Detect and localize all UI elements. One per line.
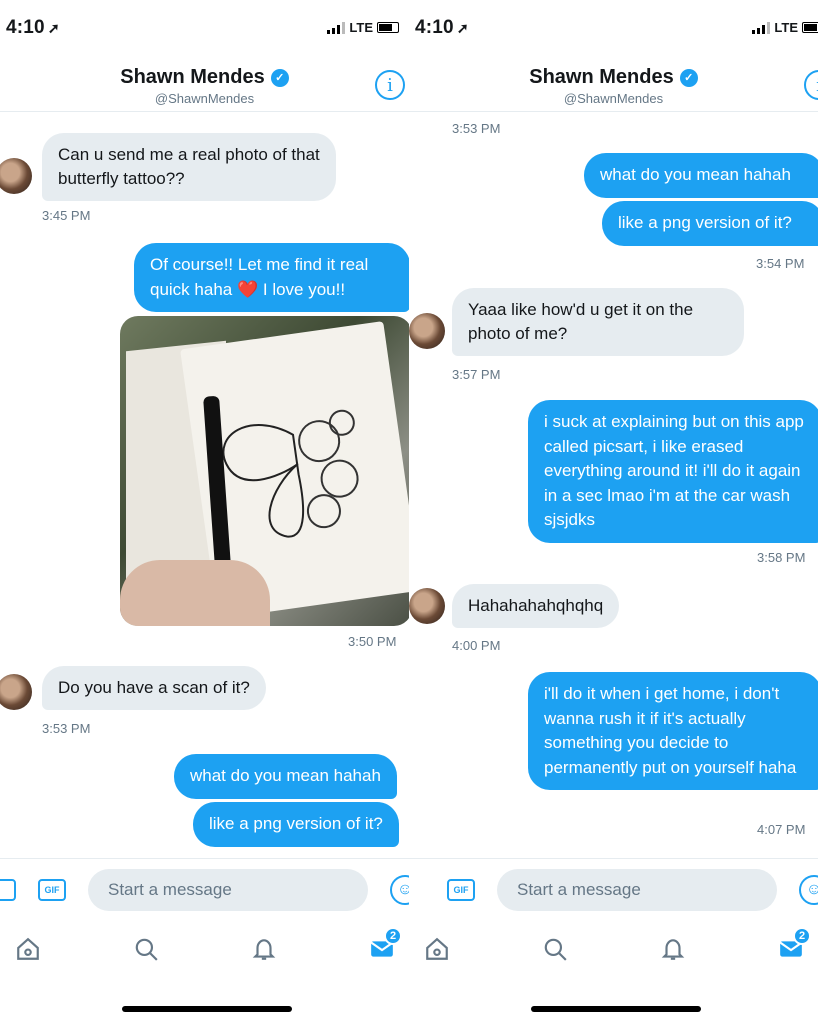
home-indicator — [531, 1006, 701, 1012]
message-incoming: Can u send me a real photo of that butte… — [42, 133, 336, 201]
conversation-header: Shawn Mendes✓ @ShawnMendes i — [409, 58, 818, 112]
message-composer: GIF Start a message ☺ — [0, 858, 409, 920]
message-timestamp: 3:53 PM — [452, 121, 501, 136]
photo-attachment[interactable] — [120, 316, 409, 626]
home-icon[interactable] — [419, 931, 455, 967]
status-indicators: LTE — [752, 20, 818, 35]
info-icon[interactable]: i — [375, 70, 405, 100]
right-screenshot: 4:10➚ LTE Shawn Mendes✓ @ShawnMendes i 3… — [409, 0, 818, 1024]
message-composer: GIF Start a message ☺ — [409, 858, 818, 920]
tab-bar: 2 — [409, 925, 818, 975]
battery-icon — [802, 22, 818, 33]
status-bar: 4:10 ➚ LTE — [0, 0, 409, 56]
network-label: LTE — [774, 20, 798, 35]
contact-name-row: Shawn Mendes ✓ — [529, 66, 698, 89]
photo-timestamp: 3:50 PM — [348, 634, 397, 649]
message-text: I love you!! — [262, 279, 346, 299]
messages-icon[interactable]: 2 — [773, 927, 811, 967]
message-timestamp: 3:45 PM — [42, 208, 91, 223]
status-indicators: LTE — [327, 20, 399, 35]
message-timestamp: 4:07 PM — [757, 822, 806, 837]
location-arrow-icon: ➚ — [47, 20, 60, 36]
message-outgoing: i'll do it when i get home, i don't wann… — [528, 672, 818, 790]
contact-name: Shawn Mendes — [529, 66, 674, 88]
message-timestamp: 4:00 PM — [452, 638, 501, 653]
message-input[interactable]: Start a message — [497, 869, 777, 911]
avatar[interactable] — [0, 158, 32, 194]
message-timestamp: 3:53 PM — [42, 721, 91, 736]
message-outgoing: what do you mean hahah — [174, 754, 397, 799]
signal-icon — [752, 21, 771, 34]
message-outgoing: i suck at explaining but on this app cal… — [528, 400, 818, 543]
message-timestamp: 3:57 PM — [452, 367, 501, 382]
message-outgoing: Of course!! Let me find it real quick ha… — [134, 243, 409, 312]
signal-icon — [327, 21, 346, 34]
message-incoming: Yaaa like how'd u get it on the photo of… — [452, 288, 744, 356]
message-input[interactable]: Start a message — [88, 869, 368, 911]
avatar[interactable] — [0, 674, 32, 710]
message-timestamp: 3:54 PM — [756, 256, 805, 271]
avatar[interactable] — [409, 588, 445, 624]
message-outgoing: like a png version of it? — [602, 201, 818, 246]
heart-emoji: ❤️ — [236, 279, 259, 299]
contact-handle: @ShawnMendes — [563, 91, 664, 106]
contact-name-row: Shawn Mendes ✓ — [120, 66, 289, 89]
contact-handle: @ShawnMendes — [154, 91, 255, 106]
avatar[interactable] — [409, 313, 445, 349]
gif-button[interactable]: GIF — [447, 879, 475, 901]
message-incoming: Hahahahahqhqhq — [452, 584, 620, 628]
image-icon[interactable] — [0, 879, 16, 901]
home-indicator — [122, 1006, 292, 1012]
search-icon[interactable] — [537, 931, 573, 967]
status-time: 4:10 ➚ — [6, 17, 60, 38]
message-incoming: Do you have a scan of it? — [42, 666, 266, 710]
network-label: LTE — [349, 20, 373, 35]
notifications-icon[interactable] — [246, 931, 282, 967]
message-timestamp: 3:58 PM — [757, 550, 806, 565]
tab-bar: 2 — [0, 925, 409, 975]
conversation-header: Shawn Mendes ✓ @ShawnMendes i — [0, 58, 409, 112]
back-icon[interactable] — [0, 80, 4, 96]
home-icon[interactable] — [10, 931, 46, 967]
emoji-icon[interactable]: ☺ — [390, 875, 409, 905]
battery-icon — [377, 22, 399, 33]
message-text: Of course!! Let me find it real — [150, 255, 369, 274]
messages-badge: 2 — [793, 927, 811, 945]
notifications-icon[interactable] — [655, 931, 691, 967]
hand — [120, 560, 270, 626]
contact-name: Shawn Mendes — [120, 66, 265, 88]
messages-badge: 2 — [384, 927, 402, 945]
status-bar: 4:10 ➚ LTE — [409, 0, 818, 56]
emoji-icon[interactable]: ☺ — [799, 875, 818, 905]
message-outgoing: like a png version of it? — [193, 802, 399, 847]
messages-icon[interactable]: 2 — [364, 927, 402, 967]
message-text: quick haha — [150, 279, 233, 299]
message-outgoing: what do you mean hahah — [584, 153, 818, 198]
location-arrow-icon: ➚ — [456, 20, 469, 36]
search-icon[interactable] — [128, 931, 164, 967]
verified-icon: ✓ — [679, 68, 698, 87]
verified-icon: ✓ — [270, 68, 289, 87]
status-time: 4:10 ➚ — [415, 17, 469, 38]
left-screenshot: 4:10 ➚ LTE Shawn Mendes ✓ @ShawnMendes i C… — [0, 0, 409, 1024]
gif-button[interactable]: GIF — [38, 879, 66, 901]
